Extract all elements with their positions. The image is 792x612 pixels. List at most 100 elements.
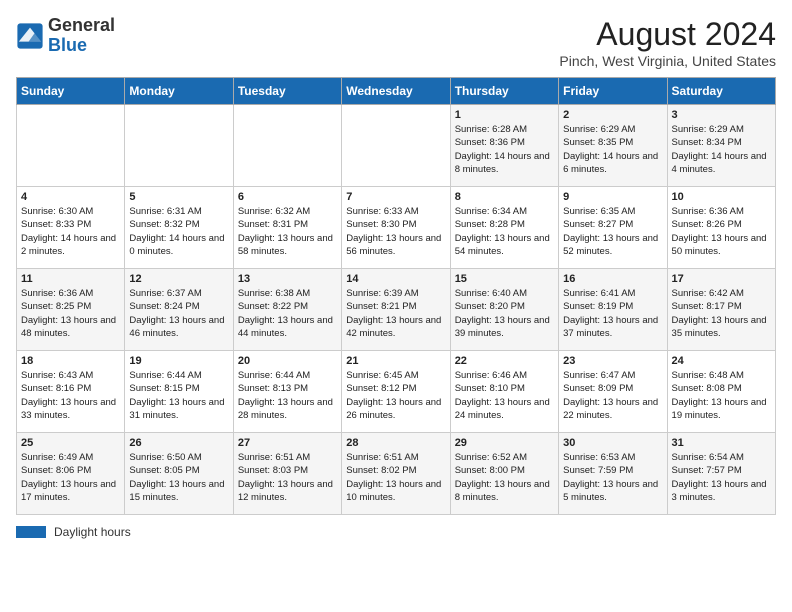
calendar-day-cell: 2Sunrise: 6:29 AMSunset: 8:35 PMDaylight…	[559, 105, 667, 187]
day-number: 16	[563, 273, 662, 285]
day-info: Sunrise: 6:37 AMSunset: 8:24 PMDaylight:…	[129, 287, 228, 340]
main-title: August 2024	[559, 16, 776, 53]
calendar-day-cell: 9 Sunrise: 6:35 AMSunset: 8:27 PMDaylight…	[559, 187, 667, 269]
day-info: Sunrise: 6:54 AMSunset: 7:57 PMDaylight:…	[672, 451, 771, 504]
day-info: Sunrise: 6:47 AMSunset: 8:09 PMDaylight:…	[563, 369, 662, 422]
calendar-day-cell: 5Sunrise: 6:31 AMSunset: 8:32 PMDaylight…	[125, 187, 233, 269]
day-number: 10	[672, 191, 771, 203]
day-info: Sunrise: 6:46 AMSunset: 8:10 PMDaylight:…	[455, 369, 554, 422]
calendar-day-cell	[233, 105, 341, 187]
calendar-day-cell: 3 Sunrise: 6:29 AMSunset: 8:34 PMDaylight…	[667, 105, 775, 187]
day-number: 8	[455, 191, 554, 203]
calendar-day-cell: 22 Sunrise: 6:46 AMSunset: 8:10 PMDayligh…	[450, 351, 558, 433]
calendar-day-cell: 20 Sunrise: 6:44 AMSunset: 8:13 PMDayligh…	[233, 351, 341, 433]
day-number: 7	[346, 191, 445, 203]
calendar-header-cell: Friday	[559, 78, 667, 105]
calendar-day-cell: 24 Sunrise: 6:48 AMSunset: 8:08 PMDayligh…	[667, 351, 775, 433]
logo-icon	[16, 22, 44, 50]
day-number: 21	[346, 355, 445, 367]
day-number: 12	[129, 273, 228, 285]
day-number: 23	[563, 355, 662, 367]
calendar-day-cell: 19 Sunrise: 6:44 AMSunset: 8:15 PMDayligh…	[125, 351, 233, 433]
day-info: Sunrise: 6:32 AMSunset: 8:31 PMDaylight:…	[238, 205, 337, 258]
calendar-day-cell: 4 Sunrise: 6:30 AMSunset: 8:33 PMDaylight…	[17, 187, 125, 269]
day-number: 15	[455, 273, 554, 285]
calendar-week-row: 25 Sunrise: 6:49 AMSunset: 8:06 PMDayligh…	[17, 433, 776, 515]
calendar-header-cell: Wednesday	[342, 78, 450, 105]
day-info: Sunrise: 6:34 AMSunset: 8:28 PMDaylight:…	[455, 205, 554, 258]
day-info: Sunrise: 6:35 AMSunset: 8:27 PMDaylight:…	[563, 205, 662, 258]
calendar-day-cell: 28 Sunrise: 6:51 AMSunset: 8:02 PMDayligh…	[342, 433, 450, 515]
calendar-day-cell: 18 Sunrise: 6:43 AMSunset: 8:16 PMDayligh…	[17, 351, 125, 433]
calendar-day-cell: 13 Sunrise: 6:38 AMSunset: 8:22 PMDayligh…	[233, 269, 341, 351]
calendar-day-cell: 8 Sunrise: 6:34 AMSunset: 8:28 PMDaylight…	[450, 187, 558, 269]
day-info: Sunrise: 6:44 AMSunset: 8:13 PMDaylight:…	[238, 369, 337, 422]
subtitle: Pinch, West Virginia, United States	[559, 53, 776, 69]
calendar-day-cell	[17, 105, 125, 187]
day-info: Sunrise: 6:36 AMSunset: 8:25 PMDaylight:…	[21, 287, 120, 340]
calendar-day-cell: 14 Sunrise: 6:39 AMSunset: 8:21 PMDayligh…	[342, 269, 450, 351]
day-number: 2	[563, 109, 662, 121]
calendar-day-cell: 31Sunrise: 6:54 AMSunset: 7:57 PMDayligh…	[667, 433, 775, 515]
day-number: 1	[455, 109, 554, 121]
day-number: 3	[672, 109, 771, 121]
calendar-table: SundayMondayTuesdayWednesdayThursdayFrid…	[16, 77, 776, 515]
day-number: 20	[238, 355, 337, 367]
calendar-header-cell: Saturday	[667, 78, 775, 105]
page-header: General Blue August 2024 Pinch, West Vir…	[16, 16, 776, 69]
calendar-day-cell: 12 Sunrise: 6:37 AMSunset: 8:24 PMDayligh…	[125, 269, 233, 351]
day-info: Sunrise: 6:38 AMSunset: 8:22 PMDaylight:…	[238, 287, 337, 340]
day-number: 24	[672, 355, 771, 367]
day-number: 26	[129, 437, 228, 449]
calendar-week-row: 18 Sunrise: 6:43 AMSunset: 8:16 PMDayligh…	[17, 351, 776, 433]
calendar-day-cell: 17Sunrise: 6:42 AMSunset: 8:17 PMDayligh…	[667, 269, 775, 351]
calendar-body: 1Sunrise: 6:28 AMSunset: 8:36 PMDaylight…	[17, 105, 776, 515]
day-info: Sunrise: 6:43 AMSunset: 8:16 PMDaylight:…	[21, 369, 120, 422]
calendar-week-row: 1Sunrise: 6:28 AMSunset: 8:36 PMDaylight…	[17, 105, 776, 187]
day-info: Sunrise: 6:45 AMSunset: 8:12 PMDaylight:…	[346, 369, 445, 422]
day-number: 27	[238, 437, 337, 449]
calendar-header-cell: Thursday	[450, 78, 558, 105]
day-number: 22	[455, 355, 554, 367]
calendar-day-cell: 25 Sunrise: 6:49 AMSunset: 8:06 PMDayligh…	[17, 433, 125, 515]
day-number: 28	[346, 437, 445, 449]
day-info: Sunrise: 6:39 AMSunset: 8:21 PMDaylight:…	[346, 287, 445, 340]
day-number: 5	[129, 191, 228, 203]
day-number: 29	[455, 437, 554, 449]
calendar-header-row: SundayMondayTuesdayWednesdayThursdayFrid…	[17, 78, 776, 105]
day-number: 18	[21, 355, 120, 367]
calendar-week-row: 11 Sunrise: 6:36 AMSunset: 8:25 PMDayligh…	[17, 269, 776, 351]
day-info: Sunrise: 6:44 AMSunset: 8:15 PMDaylight:…	[129, 369, 228, 422]
day-number: 25	[21, 437, 120, 449]
logo-blue-text: Blue	[48, 35, 87, 55]
calendar-day-cell: 23 Sunrise: 6:47 AMSunset: 8:09 PMDayligh…	[559, 351, 667, 433]
calendar-day-cell: 26 Sunrise: 6:50 AMSunset: 8:05 PMDayligh…	[125, 433, 233, 515]
calendar-day-cell: 16 Sunrise: 6:41 AMSunset: 8:19 PMDayligh…	[559, 269, 667, 351]
day-info: Sunrise: 6:49 AMSunset: 8:06 PMDaylight:…	[21, 451, 120, 504]
calendar-day-cell: 1Sunrise: 6:28 AMSunset: 8:36 PMDaylight…	[450, 105, 558, 187]
logo-text: General Blue	[48, 16, 115, 56]
logo-general-text: General	[48, 15, 115, 35]
calendar-day-cell: 7Sunrise: 6:33 AMSunset: 8:30 PMDaylight…	[342, 187, 450, 269]
day-info: Sunrise: 6:52 AMSunset: 8:00 PMDaylight:…	[455, 451, 554, 504]
day-number: 14	[346, 273, 445, 285]
day-info: Sunrise: 6:41 AMSunset: 8:19 PMDaylight:…	[563, 287, 662, 340]
calendar-header-cell: Tuesday	[233, 78, 341, 105]
day-info: Sunrise: 6:30 AMSunset: 8:33 PMDaylight:…	[21, 205, 120, 258]
day-number: 19	[129, 355, 228, 367]
day-info: Sunrise: 6:29 AMSunset: 8:34 PMDaylight:…	[672, 123, 771, 176]
day-info: Sunrise: 6:51 AMSunset: 8:03 PMDaylight:…	[238, 451, 337, 504]
calendar-day-cell	[125, 105, 233, 187]
daylight-legend-color	[16, 526, 46, 538]
day-number: 30	[563, 437, 662, 449]
calendar-day-cell: 27 Sunrise: 6:51 AMSunset: 8:03 PMDayligh…	[233, 433, 341, 515]
day-number: 4	[21, 191, 120, 203]
day-number: 11	[21, 273, 120, 285]
calendar-day-cell: 6Sunrise: 6:32 AMSunset: 8:31 PMDaylight…	[233, 187, 341, 269]
day-info: Sunrise: 6:50 AMSunset: 8:05 PMDaylight:…	[129, 451, 228, 504]
day-number: 9	[563, 191, 662, 203]
day-info: Sunrise: 6:48 AMSunset: 8:08 PMDaylight:…	[672, 369, 771, 422]
day-number: 13	[238, 273, 337, 285]
calendar-day-cell: 11 Sunrise: 6:36 AMSunset: 8:25 PMDayligh…	[17, 269, 125, 351]
day-info: Sunrise: 6:51 AMSunset: 8:02 PMDaylight:…	[346, 451, 445, 504]
